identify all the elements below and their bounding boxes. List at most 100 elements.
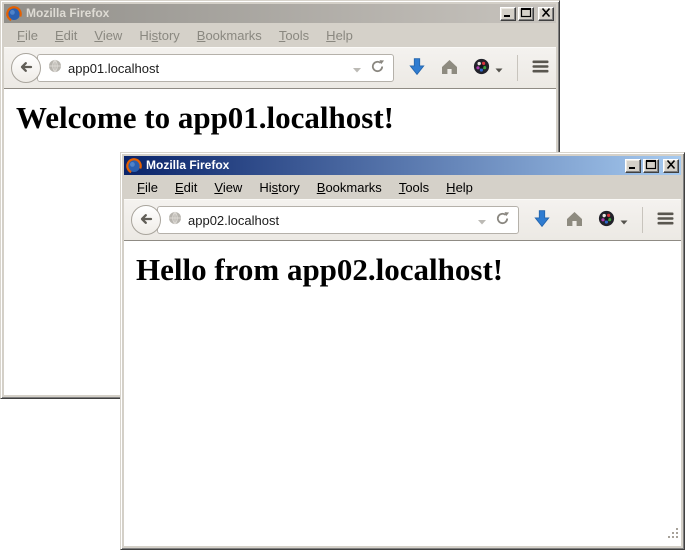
caret-down-icon [495, 61, 503, 76]
site-globe-icon [48, 59, 62, 78]
chevron-down-icon [477, 213, 487, 228]
hamburger-menu-icon [532, 59, 549, 77]
extension-colorwheel-button[interactable] [598, 210, 628, 230]
maximize-button[interactable] [518, 7, 534, 21]
close-button[interactable] [663, 159, 679, 173]
download-button[interactable] [533, 209, 551, 231]
page-content: Hello from app02.localhost! [124, 241, 681, 546]
toolbar-separator [642, 207, 643, 233]
page-heading: Welcome to app01.localhost! [16, 100, 544, 136]
resize-grip[interactable] [667, 527, 680, 545]
back-icon [138, 211, 154, 230]
titlebar[interactable]: Mozilla Firefox [4, 4, 556, 23]
menu-label-part: Hi [259, 180, 271, 195]
menu-label-part: iew [103, 28, 123, 43]
menu-item-view[interactable]: View [87, 25, 129, 46]
menu-label-mnemonic: E [55, 28, 64, 43]
minimize-icon [502, 6, 514, 21]
reload-icon [370, 59, 385, 77]
home-icon [440, 58, 459, 78]
menu-label-part: Hi [139, 28, 151, 43]
urlbar-dropdown-button[interactable] [348, 61, 366, 76]
titlebar[interactable]: Mozilla Firefox [124, 156, 681, 175]
maximize-button[interactable] [643, 159, 659, 173]
url-text[interactable]: app02.localhost [188, 213, 473, 228]
window-title: Mozilla Firefox [146, 156, 621, 175]
close-icon [665, 158, 677, 173]
home-button[interactable] [440, 58, 459, 78]
reload-icon [495, 211, 510, 229]
menu-label-mnemonic: H [326, 28, 335, 43]
menu-item-history[interactable]: History [132, 25, 186, 46]
home-button[interactable] [565, 210, 584, 230]
menu-label-mnemonic: F [17, 28, 25, 43]
menu-item-edit[interactable]: Edit [168, 177, 204, 198]
toolbar-separator [517, 55, 518, 81]
extension-colorwheel-button[interactable] [473, 58, 503, 78]
url-bar[interactable]: app01.localhost [37, 54, 394, 82]
chevron-down-icon [352, 61, 362, 76]
menu-label-part: ile [25, 28, 38, 43]
menu-label-mnemonic: E [175, 180, 184, 195]
menu-item-file[interactable]: File [10, 25, 45, 46]
minimize-icon [627, 158, 639, 173]
menu-label-mnemonic: H [446, 180, 455, 195]
reload-button[interactable] [491, 211, 514, 229]
menu-label-part: tory [278, 180, 300, 195]
menu-label-part: ools [285, 28, 309, 43]
firefox-logo-icon [126, 158, 142, 174]
download-icon [533, 209, 551, 231]
menu-label-part: iew [223, 180, 243, 195]
minimize-button[interactable] [500, 7, 516, 21]
close-icon [540, 6, 552, 21]
menu-item-bookmarks[interactable]: Bookmarks [310, 177, 389, 198]
menu-item-history[interactable]: History [252, 177, 306, 198]
page-heading: Hello from app02.localhost! [136, 252, 669, 288]
menu-item-help[interactable]: Help [439, 177, 480, 198]
firefox-window-app02: Mozilla Firefox File Edit View History B… [120, 152, 685, 550]
caret-down-icon [620, 213, 628, 228]
menu-item-bookmarks[interactable]: Bookmarks [190, 25, 269, 46]
menu-item-tools[interactable]: Tools [392, 177, 436, 198]
hamburger-menu-icon [657, 211, 674, 229]
site-globe-icon [168, 211, 182, 230]
home-icon [565, 210, 584, 230]
menu-label-part: ookmarks [205, 28, 261, 43]
menu-label-part: tory [158, 28, 180, 43]
menu-item-help[interactable]: Help [319, 25, 360, 46]
menu-label-part: dit [184, 180, 198, 195]
download-icon [408, 57, 426, 79]
colorwheel-icon [598, 210, 615, 230]
open-menu-button[interactable] [657, 211, 674, 229]
back-button[interactable] [11, 53, 41, 83]
navigation-toolbar: app02.localhost [124, 199, 681, 241]
firefox-logo-icon [6, 6, 22, 22]
menubar: File Edit View History Bookmarks Tools H… [4, 23, 556, 47]
menu-label-part: elp [456, 180, 473, 195]
menubar: File Edit View History Bookmarks Tools H… [124, 175, 681, 199]
colorwheel-icon [473, 58, 490, 78]
maximize-icon [520, 6, 532, 21]
menu-label-mnemonic: F [137, 180, 145, 195]
url-bar[interactable]: app02.localhost [157, 206, 519, 234]
url-text[interactable]: app01.localhost [68, 61, 348, 76]
download-button[interactable] [408, 57, 426, 79]
menu-item-edit[interactable]: Edit [48, 25, 84, 46]
minimize-button[interactable] [625, 159, 641, 173]
maximize-icon [645, 158, 657, 173]
menu-item-tools[interactable]: Tools [272, 25, 316, 46]
menu-item-view[interactable]: View [207, 177, 249, 198]
menu-label-part: elp [336, 28, 353, 43]
menu-item-file[interactable]: File [130, 177, 165, 198]
close-button[interactable] [538, 7, 554, 21]
navigation-toolbar: app01.localhost [4, 47, 556, 89]
back-button[interactable] [131, 205, 161, 235]
back-icon [18, 59, 34, 78]
menu-label-part: ools [405, 180, 429, 195]
menu-label-part: ookmarks [325, 180, 381, 195]
reload-button[interactable] [366, 59, 389, 77]
menu-label-part: ile [145, 180, 158, 195]
menu-label-mnemonic: V [214, 180, 222, 195]
urlbar-dropdown-button[interactable] [473, 213, 491, 228]
open-menu-button[interactable] [532, 59, 549, 77]
